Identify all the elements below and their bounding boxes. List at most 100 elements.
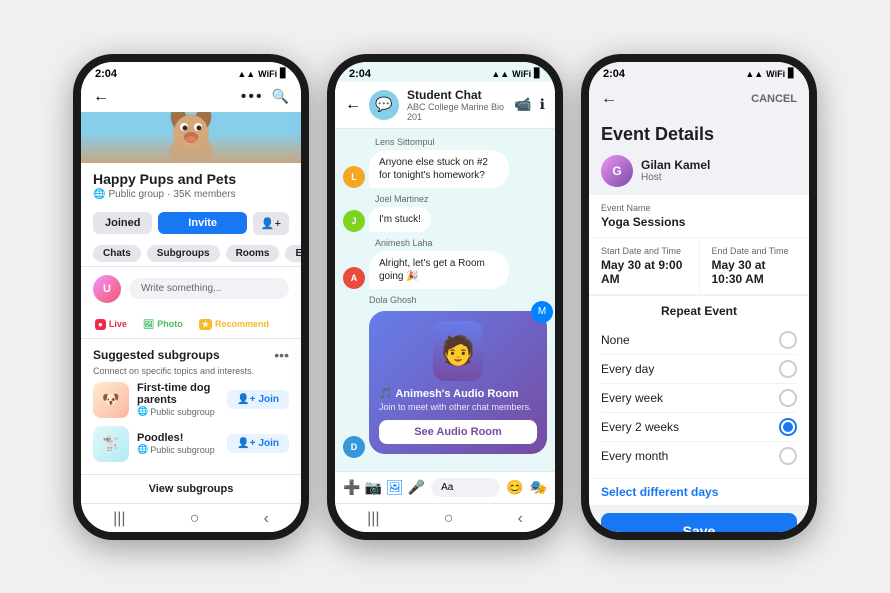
subgroup-meta-0: 🌐 Public subgroup bbox=[137, 406, 219, 417]
chat-input-icons: ➕ 📷 🖼 🎤 bbox=[343, 479, 425, 496]
msg-bubble-0: Anyone else stuck on #2 for tonight's ho… bbox=[369, 150, 509, 188]
audio-room-desc: Join to meet with other chat members. bbox=[379, 402, 537, 412]
more-options-icon[interactable]: ••• bbox=[241, 88, 264, 106]
nav-menu-2[interactable]: ||| bbox=[367, 510, 379, 528]
cover-photo bbox=[81, 112, 301, 163]
subgroup-emoji-1: 🐩 bbox=[102, 435, 119, 452]
signal-icon: ▲▲ bbox=[237, 69, 255, 79]
radio-0[interactable] bbox=[779, 331, 797, 349]
wifi-icon-3: WiFi bbox=[766, 69, 785, 79]
group-meta: 🌐 Public group · 35K members bbox=[93, 189, 289, 200]
repeat-option-2[interactable]: Every week bbox=[601, 384, 797, 413]
search-icon[interactable]: 🔍 bbox=[272, 88, 289, 105]
mic-icon[interactable]: 🎤 bbox=[408, 479, 425, 496]
invite-button[interactable]: Invite bbox=[158, 212, 246, 234]
end-date-field: End Date and Time May 30 at 10:30 AM bbox=[700, 238, 810, 294]
sender-name-1: Joel Martinez bbox=[343, 194, 547, 204]
add-person-button[interactable]: 👤+ bbox=[253, 212, 289, 235]
tab-rooms[interactable]: Rooms bbox=[226, 245, 280, 262]
info-icon[interactable]: ℹ bbox=[540, 96, 545, 113]
see-audio-room-button[interactable]: See Audio Room bbox=[379, 420, 537, 444]
group-name: Happy Pups and Pets bbox=[93, 171, 289, 187]
join-button-1[interactable]: 👤+ Join bbox=[227, 434, 289, 453]
time-1: 2:04 bbox=[95, 68, 117, 80]
event-host-row: G Gilan Kamel Host bbox=[589, 151, 809, 195]
cancel-button[interactable]: CANCEL bbox=[751, 93, 797, 105]
sender-name-3: Animesh Laha bbox=[343, 238, 547, 248]
repeat-option-1[interactable]: Every day bbox=[601, 355, 797, 384]
chat-input-field[interactable]: Aa bbox=[431, 478, 500, 497]
end-date-value[interactable]: May 30 at 10:30 AM bbox=[712, 258, 798, 286]
nav-back-2[interactable]: ‹ bbox=[518, 510, 523, 528]
phone-2: 2:04 ▲▲ WiFi ▊ ← 💬 Student Chat ABC Coll… bbox=[327, 54, 563, 540]
radio-1[interactable] bbox=[779, 360, 797, 378]
msg-group-1: Joel Martinez J I'm stuck! bbox=[343, 194, 547, 232]
start-date-value[interactable]: May 30 at 9:00 AM bbox=[601, 258, 687, 286]
save-button[interactable]: Save bbox=[601, 513, 797, 532]
wifi-icon: WiFi bbox=[258, 69, 277, 79]
add-icon[interactable]: ➕ bbox=[343, 479, 360, 496]
repeat-label-3: Every 2 weeks bbox=[601, 420, 679, 434]
group-info: Happy Pups and Pets 🌐 Public group · 35K… bbox=[81, 163, 301, 206]
nav-home-1[interactable]: ○ bbox=[190, 510, 200, 528]
nav-back-1[interactable]: ‹ bbox=[264, 510, 269, 528]
event-name-label: Event Name bbox=[601, 203, 797, 213]
video-call-icon[interactable]: 📹 bbox=[514, 96, 531, 113]
joined-button[interactable]: Joined bbox=[93, 212, 152, 234]
camera-icon[interactable]: 📷 bbox=[364, 479, 381, 496]
join-button-0[interactable]: 👤+ Join bbox=[227, 390, 289, 409]
globe-icon-sub0: 🌐 bbox=[137, 406, 148, 417]
back-arrow-3[interactable]: ← bbox=[601, 90, 617, 108]
globe-icon-sub1: 🌐 bbox=[137, 444, 148, 455]
nav-home-2[interactable]: ○ bbox=[444, 510, 454, 528]
globe-icon: 🌐 bbox=[93, 189, 105, 200]
msg-group-0: Lens Sittompul L Anyone else stuck on #2… bbox=[343, 137, 547, 188]
photo-button[interactable]: 🖼 Photo bbox=[137, 315, 189, 334]
status-bar-3: 2:04 ▲▲ WiFi ▊ bbox=[589, 62, 809, 82]
radio-2[interactable] bbox=[779, 389, 797, 407]
radio-3[interactable] bbox=[779, 418, 797, 436]
battery-icon: ▊ bbox=[280, 68, 287, 79]
phone-1: 2:04 ▲▲ WiFi ▊ ← ••• 🔍 bbox=[73, 54, 309, 540]
subgroup-name-1: Poodles! bbox=[137, 432, 219, 444]
tab-events[interactable]: Events bbox=[285, 245, 301, 262]
subgroup-name-0: First-time dog parents bbox=[137, 382, 219, 406]
repeat-title: Repeat Event bbox=[601, 304, 797, 318]
host-info: Gilan Kamel Host bbox=[641, 158, 710, 183]
suggested-more-icon[interactable]: ••• bbox=[274, 347, 289, 363]
sender-name-0: Lens Sittompul bbox=[343, 137, 547, 147]
view-subgroups-button[interactable]: View subgroups bbox=[81, 474, 301, 503]
image-icon[interactable]: 🖼 bbox=[386, 479, 404, 496]
chat-group-avatar: 💬 bbox=[369, 90, 399, 120]
join-icon-1: 👤+ bbox=[237, 438, 255, 449]
repeat-option-3[interactable]: Every 2 weeks bbox=[601, 413, 797, 442]
back-arrow-2[interactable]: ← bbox=[345, 96, 361, 114]
select-days-link[interactable]: Select different days bbox=[589, 479, 809, 505]
nav-bar-1: ||| ○ ‹ bbox=[81, 503, 301, 532]
chat-title: Student Chat bbox=[407, 88, 506, 102]
recommend-button[interactable]: ★ Recommend bbox=[193, 315, 275, 334]
live-button[interactable]: ● Live bbox=[89, 315, 133, 334]
tab-chats[interactable]: Chats bbox=[93, 245, 141, 262]
back-arrow[interactable]: ← bbox=[93, 88, 109, 106]
share-icon[interactable]: ⬆ bbox=[554, 428, 555, 448]
sticker-icon[interactable]: 🎭 bbox=[530, 479, 547, 496]
repeat-option-0[interactable]: None bbox=[601, 326, 797, 355]
msg-bubble-1: I'm stuck! bbox=[369, 207, 431, 232]
start-date-field: Start Date and Time May 30 at 9:00 AM bbox=[589, 238, 699, 294]
event-name-value[interactable]: Yoga Sessions bbox=[601, 215, 797, 229]
repeat-option-4[interactable]: Every month bbox=[601, 442, 797, 470]
battery-icon-3: ▊ bbox=[788, 68, 795, 79]
write-input[interactable]: Write something... bbox=[129, 278, 289, 299]
audio-room-card: 🧑 🎵 Animesh's Audio Room Join to meet wi… bbox=[369, 311, 547, 454]
tab-subgroups[interactable]: Subgroups bbox=[147, 245, 220, 262]
signal-icon-2: ▲▲ bbox=[491, 69, 509, 79]
emoji-icon[interactable]: 😊 bbox=[506, 479, 523, 496]
msg-avatar-dola: D bbox=[343, 436, 365, 458]
radio-4[interactable] bbox=[779, 447, 797, 465]
suggested-section: Suggested subgroups ••• Connect on speci… bbox=[81, 339, 301, 474]
suggested-title: Suggested subgroups bbox=[93, 348, 220, 362]
radio-dot-3 bbox=[783, 422, 793, 432]
event-details-title: Event Details bbox=[589, 116, 809, 151]
nav-menu-1[interactable]: ||| bbox=[113, 510, 125, 528]
